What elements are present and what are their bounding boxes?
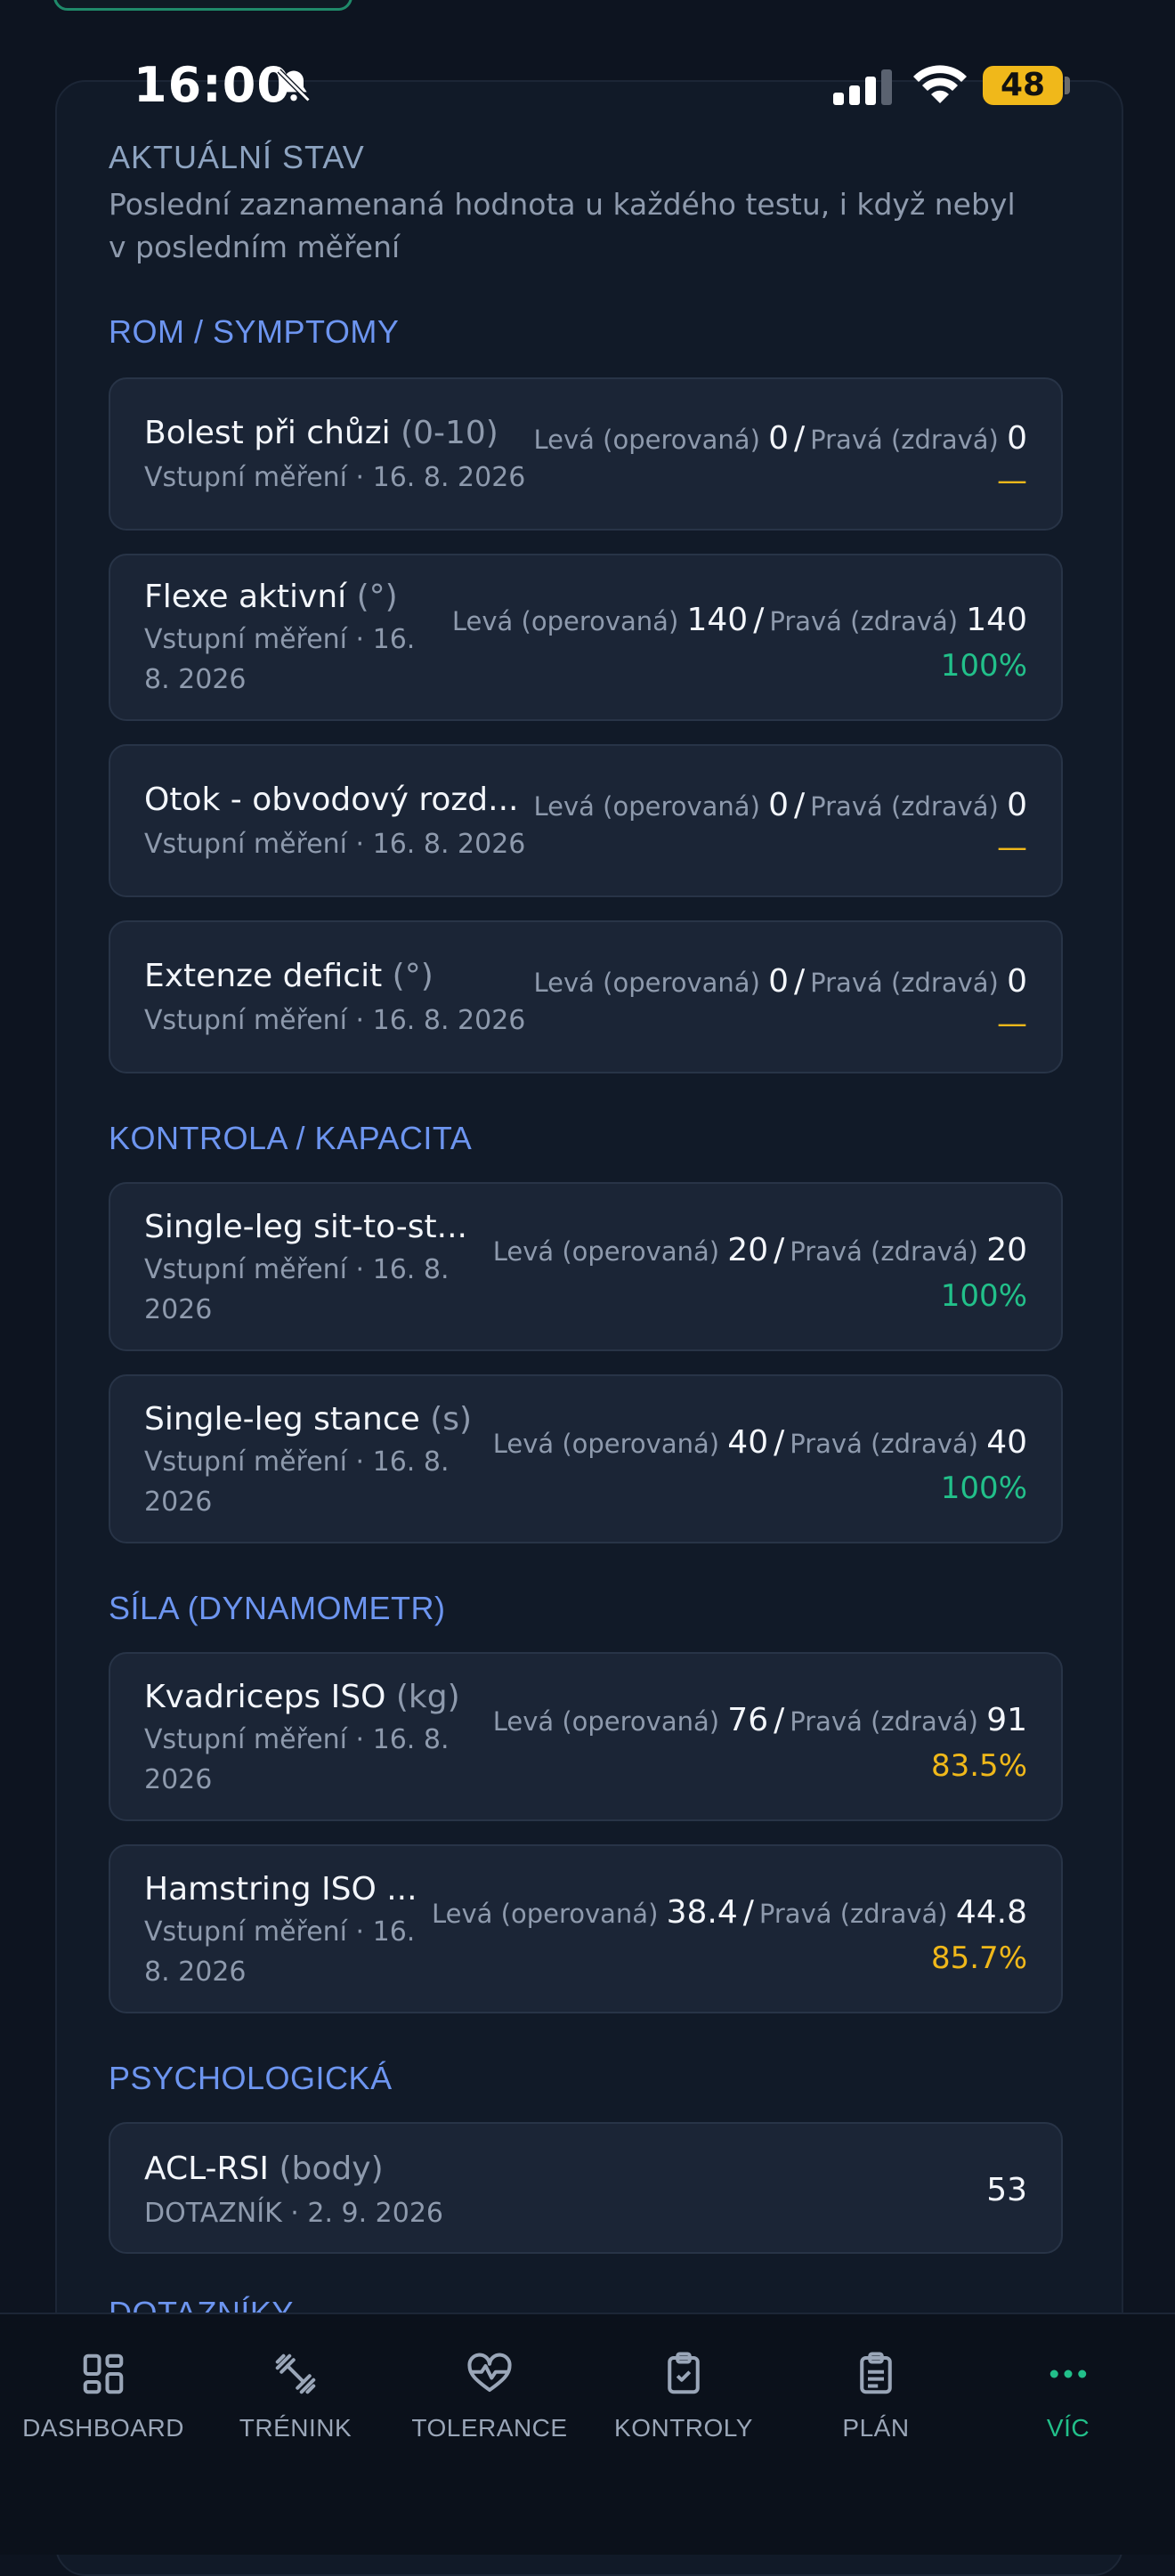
test-item[interactable]: Extenze deficit (°) Vstupní měření · 16.… (109, 920, 1063, 1073)
test-meta: Vstupní měření · 16. 8. 2026 (144, 1446, 450, 1518)
nav-checks[interactable]: KONTROLY (595, 2350, 773, 2442)
test-item[interactable]: Bolest při chůzi (0-10) Vstupní měření ·… (109, 377, 1063, 531)
status-time: 16:00 (134, 57, 291, 113)
test-ratio: 85.7% (930, 1940, 1027, 1976)
group-title-strength: SÍLA (DYNAMOMETR) (109, 1590, 446, 1626)
test-name: Hamstring ISO ... (144, 1871, 417, 1908)
test-ratio: 83.5% (930, 1748, 1027, 1784)
test-ratio: — (997, 463, 1027, 498)
test-name: Otok - obvodový rozd... (144, 782, 519, 818)
test-meta: Vstupní měření · 16. 8. 2026 (144, 624, 416, 695)
test-item[interactable]: ACL-RSI (body) DOTAZNÍK · 2. 9. 2026 53 (109, 2122, 1063, 2254)
test-meta: Vstupní měření · 16. 8. 2026 (144, 1724, 450, 1795)
nav-more[interactable]: VÍC (979, 2350, 1157, 2442)
more-icon (1049, 2369, 1087, 2378)
bottom-navigation: DASHBOARD TRÉNINK TOLERANCE KONTROLY PLÁ… (0, 2313, 1175, 2555)
section-title: AKTUÁLNÍ STAV (109, 139, 365, 175)
test-name: Bolest při chůzi (0-10) (144, 415, 498, 451)
test-item[interactable]: Single-leg sit-to-st... Vstupní měření ·… (109, 1182, 1063, 1351)
nav-label: KONTROLY (614, 2414, 753, 2442)
nav-label: TOLERANCE (411, 2414, 568, 2442)
test-values: Levá (operovaná) 0/Pravá (zdravá) 0 (533, 963, 1027, 1000)
test-values: Levá (operovaná) 76/Pravá (zdravá) 91 (492, 1702, 1027, 1738)
test-item[interactable]: Hamstring ISO ... Vstupní měření · 16. 8.… (109, 1844, 1063, 2013)
test-meta: Vstupní měření · 16. 8. 2026 (144, 1005, 526, 1036)
test-item[interactable]: Otok - obvodový rozd... Vstupní měření ·… (109, 744, 1063, 897)
test-values: Levá (operovaná) 0/Pravá (zdravá) 0 (533, 420, 1027, 457)
group-title-rom: ROM / SYMPTOMY (109, 313, 400, 350)
test-values: Levá (operovaná) 140/Pravá (zdravá) 140 (451, 602, 1027, 638)
test-values: Levá (operovaná) 0/Pravá (zdravá) 0 (533, 787, 1027, 823)
test-name: ACL-RSI (body) (144, 2151, 384, 2187)
nav-label: DASHBOARD (22, 2414, 184, 2442)
test-ratio: — (997, 830, 1027, 865)
test-name: Kvadriceps ISO (kg) (144, 1679, 460, 1715)
nav-training[interactable]: TRÉNINK (207, 2350, 385, 2442)
bell-muted-icon (277, 69, 311, 102)
clipboard-list-icon (860, 2352, 892, 2394)
test-ratio: — (997, 1006, 1027, 1041)
nav-tolerance[interactable]: TOLERANCE (401, 2350, 579, 2442)
signal-icon (833, 69, 892, 105)
battery-tip (1065, 77, 1070, 94)
group-title-control: KONTROLA / KAPACITA (109, 1120, 473, 1156)
test-ratio: 100% (940, 1470, 1027, 1506)
nav-dashboard[interactable]: DASHBOARD (14, 2350, 192, 2442)
test-score: 53 (986, 2172, 1027, 2208)
test-meta: Vstupní měření · 16. 8. 2026 (144, 1254, 450, 1325)
test-values: Levá (operovaná) 20/Pravá (zdravá) 20 (492, 1232, 1027, 1268)
section-subtitle: Poslední zaznamenaná hodnota u každého t… (109, 187, 1016, 264)
heart-pulse-icon (467, 2353, 512, 2393)
test-ratio: 100% (940, 648, 1027, 684)
nav-label: VÍC (1046, 2414, 1090, 2442)
nav-label: PLÁN (842, 2414, 910, 2442)
test-values: Levá (operovaná) 40/Pravá (zdravá) 40 (492, 1424, 1027, 1461)
dumbbell-icon (275, 2353, 316, 2394)
test-item[interactable]: Kvadriceps ISO (kg) Vstupní měření · 16.… (109, 1652, 1063, 1821)
test-name: Single-leg stance (s) (144, 1401, 473, 1438)
test-meta: Vstupní měření · 16. 8. 2026 (144, 1916, 416, 1988)
nav-label: TRÉNINK (239, 2414, 352, 2442)
wifi-icon (913, 65, 967, 103)
test-name: Single-leg sit-to-st... (144, 1209, 467, 1245)
test-values: Levá (operovaná) 38.4/Pravá (zdravá) 44.… (432, 1894, 1027, 1931)
test-item[interactable]: Flexe aktivní (°) Vstupní měření · 16. 8.… (109, 554, 1063, 721)
test-meta: Vstupní měření · 16. 8. 2026 (144, 829, 526, 860)
test-item[interactable]: Single-leg stance (s) Vstupní měření · 1… (109, 1374, 1063, 1543)
nav-plan[interactable]: PLÁN (787, 2350, 965, 2442)
dashboard-icon (83, 2353, 124, 2394)
test-ratio: 100% (940, 1278, 1027, 1314)
test-name: Extenze deficit (°) (144, 958, 434, 994)
test-meta: DOTAZNÍK · 2. 9. 2026 (144, 2198, 444, 2229)
clipboard-check-icon (668, 2352, 700, 2394)
test-name: Flexe aktivní (°) (144, 579, 398, 615)
battery-indicator: 48 (983, 66, 1063, 105)
test-meta: Vstupní měření · 16. 8. 2026 (144, 462, 526, 493)
group-title-psychological: PSYCHOLOGICKÁ (109, 2060, 393, 2096)
